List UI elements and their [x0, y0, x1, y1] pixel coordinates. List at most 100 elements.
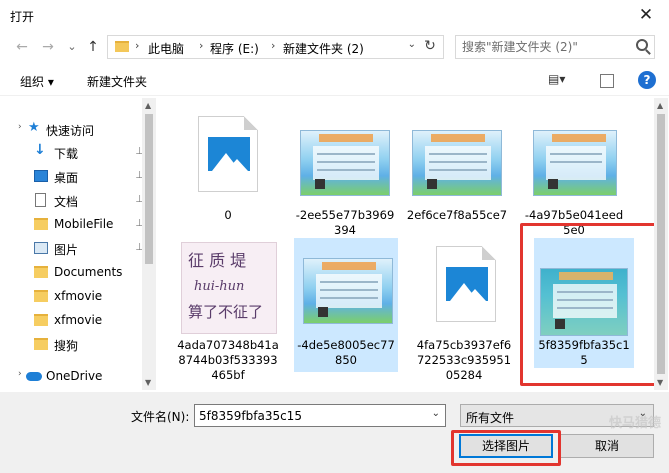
document-icon [35, 193, 46, 207]
image-file-icon [436, 246, 496, 322]
sidebar-item-label: 图片 [54, 243, 79, 257]
scroll-up-icon[interactable]: ▲ [657, 101, 663, 110]
handwriting-thumbnail: 征 质 堤 hui-hun 算了不征了 [181, 242, 277, 334]
file-thumbnail [174, 104, 282, 206]
address-bar[interactable]: › 此电脑 › 程序 (E:) › 新建文件夹 (2) ⌄ ↻ [107, 35, 444, 59]
cloud-icon [26, 372, 42, 381]
scroll-up-icon[interactable]: ▲ [145, 101, 151, 110]
help-icon[interactable]: ? [638, 71, 656, 89]
poster-thumbnail [300, 130, 390, 196]
chevron-down-icon[interactable]: ⌄ [408, 39, 416, 50]
scrollbar-thumb[interactable] [657, 114, 665, 374]
file-tile[interactable]: -4a97b5e041eed5e0 [520, 104, 628, 236]
folder-icon [115, 41, 129, 52]
expand-chevron-icon[interactable]: › [18, 369, 22, 379]
sidebar-item-sogou[interactable]: 搜狗 [14, 333, 142, 357]
file-tile[interactable]: 4fa75cb3937ef6722533c93595105284 [414, 238, 514, 386]
refresh-icon[interactable]: ↻ [421, 38, 439, 54]
search-box[interactable] [455, 35, 655, 59]
expand-chevron-icon[interactable]: › [18, 122, 22, 132]
folder-icon [34, 338, 48, 350]
sidebar-item-label: xfmovie [54, 289, 103, 303]
sidebar-scrollbar[interactable]: ▲ ▼ [142, 98, 156, 390]
file-name: -4de5e8005ec77850 [297, 338, 395, 367]
sidebar-item-xfmovie[interactable]: xfmovie [14, 285, 142, 309]
sidebar-item-onedrive[interactable]: › OneDrive [14, 365, 142, 389]
sidebar-item-label: MobileFile [54, 217, 114, 231]
filename-combobox[interactable]: ⌄ [194, 404, 446, 427]
picture-icon [34, 242, 48, 254]
sidebar-item-mobilefile[interactable]: MobileFile ⊥ [14, 213, 144, 237]
file-tile[interactable]: -2ee55e77b3969394 [291, 104, 399, 237]
organize-button[interactable]: 组织 ▾ [20, 73, 54, 90]
sidebar-item-pictures[interactable]: 图片 ⊥ [14, 237, 144, 261]
download-icon: ↓ [34, 142, 46, 158]
file-tile-selected[interactable]: -4de5e8005ec77850 [294, 238, 398, 372]
sidebar-item-downloads[interactable]: ↓ 下载 ⊥ [14, 141, 144, 165]
file-list-scrollbar[interactable]: ▲ ▼ [654, 98, 668, 390]
file-tile[interactable]: 征 质 堤 hui-hun 算了不征了 4ada707348b41a8744b0… [174, 238, 282, 386]
file-thumbnail: 征 质 堤 hui-hun 算了不征了 [174, 238, 282, 340]
breadcrumb-this-pc[interactable]: 此电脑 [148, 40, 184, 57]
title-bar: 打开 ✕ [0, 0, 669, 30]
sidebar-item-desktop[interactable]: 桌面 ⊥ [14, 165, 144, 189]
file-name: 4fa75cb3937ef6722533c93595105284 [416, 338, 512, 382]
navigation-pane: › ★ 快速访问 ↓ 下载 ⊥ 桌面 ⊥ 文档 ⊥ MobileFile ⊥ 图… [14, 108, 156, 394]
close-icon[interactable]: ✕ [635, 4, 657, 26]
breadcrumb-separator: › [135, 39, 140, 52]
search-input[interactable] [462, 37, 632, 57]
new-folder-button[interactable]: 新建文件夹 [87, 73, 147, 90]
file-name: 2ef6ce7f8a55ce7 [406, 208, 508, 222]
file-thumbnail [520, 104, 628, 206]
scroll-down-icon[interactable]: ▼ [145, 378, 151, 387]
view-options-icon[interactable]: ▤▾ [548, 72, 565, 86]
folder-icon [34, 266, 48, 278]
image-file-icon [198, 116, 258, 192]
star-icon: ★ [28, 120, 40, 135]
filename-input[interactable] [199, 406, 425, 425]
watermark-text: 快马猎德 [608, 416, 661, 431]
folder-icon [34, 290, 48, 302]
handwriting-text: 算了不征了 [188, 303, 264, 321]
file-thumbnail [403, 104, 511, 206]
folder-icon [34, 314, 48, 326]
poster-thumbnail [533, 130, 617, 196]
filetype-value: 所有文件 [466, 411, 515, 425]
file-tile[interactable]: 0 [174, 104, 282, 232]
sidebar-item-documents[interactable]: Documents [14, 261, 142, 285]
breadcrumb-drive-e[interactable]: 程序 (E:) [210, 40, 259, 57]
highlight-box [520, 223, 660, 386]
file-name: 0 [224, 208, 232, 222]
filename-label: 文件名(N): [131, 410, 190, 424]
sidebar-item-xfmovie-2[interactable]: xfmovie [14, 309, 142, 333]
sidebar-item-documents-quick[interactable]: 文档 ⊥ [14, 189, 144, 213]
preview-pane-icon[interactable] [600, 74, 614, 88]
navigation-bar: ← → ⌄ ↑ › 此电脑 › 程序 (E:) › 新建文件夹 (2) ⌄ ↻ [0, 30, 669, 64]
sidebar-item-label: 文档 [54, 195, 79, 209]
scrollbar-thumb[interactable] [145, 114, 153, 264]
folder-icon [34, 218, 48, 230]
breadcrumb-separator: › [271, 39, 276, 52]
poster-thumbnail [303, 258, 393, 324]
cancel-button[interactable]: 取消 [560, 434, 654, 458]
poster-thumbnail [412, 130, 502, 196]
sidebar-item-label: Documents [54, 265, 123, 279]
sidebar-item-quick-access[interactable]: › ★ 快速访问 [14, 118, 142, 142]
sidebar-item-label: OneDrive [46, 369, 103, 383]
chevron-down-icon[interactable]: ⌄ [432, 408, 440, 419]
file-thumbnail [294, 238, 402, 340]
up-arrow-icon[interactable]: ↑ [83, 37, 103, 57]
scroll-down-icon[interactable]: ▼ [657, 378, 663, 387]
sidebar-item-label: xfmovie [54, 313, 103, 327]
back-arrow-icon[interactable]: ← [12, 37, 32, 57]
breadcrumb-current-folder[interactable]: 新建文件夹 (2) [283, 40, 364, 57]
forward-arrow-icon[interactable]: → [38, 37, 58, 57]
bottom-panel: 文件名(N): ⌄ 所有文件 ⌄ 选择图片 取消 快马猎德 [0, 392, 669, 473]
command-toolbar: 组织 ▾ 新建文件夹 ▤▾ ? [0, 66, 669, 96]
file-name: -2ee55e77b3969394 [295, 208, 395, 237]
sidebar-item-label: 桌面 [54, 171, 79, 185]
search-icon[interactable] [636, 39, 648, 51]
file-tile[interactable]: 2ef6ce7f8a55ce7 [403, 104, 511, 232]
recent-locations-icon[interactable]: ⌄ [62, 37, 82, 57]
desktop-icon [34, 170, 48, 182]
